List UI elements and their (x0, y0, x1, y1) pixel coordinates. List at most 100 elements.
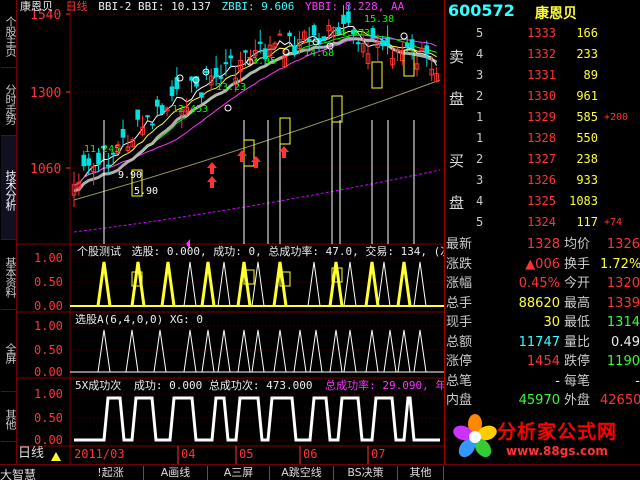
zbbi-label: ZBBI: 9.606 (221, 0, 295, 13)
bottom-tab-1[interactable]: !起涨 (78, 466, 144, 480)
signal-box (279, 117, 291, 145)
order-volume: 550 (576, 131, 598, 145)
order-level: 5 (476, 26, 484, 40)
order-volume: 585 (576, 110, 598, 124)
candle-body (228, 55, 234, 59)
sell-order-row[interactable]: 3 1331 89 (476, 65, 640, 86)
stat-label-2: 换手 (564, 256, 591, 272)
sub1-title-line: 个股测试 选股: 0.000, 成功: 0, 总成功率: 47.0, 交易: 1… (77, 246, 458, 258)
buy-order-row[interactable]: 5 1324 117 +74 (476, 212, 640, 233)
stat-value: 1454 (526, 354, 560, 369)
sub2-spike (251, 329, 265, 373)
candle-body (218, 76, 224, 79)
candle-body (135, 109, 140, 120)
bottom-tab-2[interactable]: A画线 (144, 466, 208, 480)
order-level: 4 (476, 47, 484, 61)
stock-name: 康恩贝 (535, 6, 577, 22)
candle-body (120, 129, 126, 138)
order-volume: 117 (576, 215, 598, 229)
sell-order-row[interactable]: 4 1332 233 (476, 44, 640, 65)
stat-value-2: 1339 (606, 295, 640, 311)
bottom-tab-6[interactable]: 其他 (398, 466, 444, 480)
order-volume: 961 (576, 89, 598, 103)
sub2-spike (365, 329, 379, 373)
stat-label-2: 外盘 (564, 393, 591, 408)
sub2-axis-label: 0.00 (34, 365, 63, 379)
chart-stock-name: 康恩贝 (20, 0, 53, 13)
stat-label-2: 今开 (564, 276, 591, 291)
order-volume: 233 (576, 47, 598, 61)
stat-value-2: 1314 (606, 315, 640, 330)
sub2-spike (293, 329, 307, 373)
sub2-spike (153, 329, 167, 373)
sub2-spike (125, 329, 139, 373)
candle-body (355, 42, 361, 45)
circle-marker (400, 32, 408, 40)
sub1-values: 选股: 0.000, 成功: 0, 总成功率: 47.0, 交易: 134, (… (131, 245, 458, 258)
order-level: 1 (476, 110, 484, 124)
bottom-tab-0[interactable]: 日线 (18, 447, 74, 461)
chart-title-bar: 康恩贝 日线 BBI-2 BBI: 10.137 ZBBI: 9.606 YBB… (20, 0, 404, 14)
price-annotation: 9.90 (118, 170, 142, 181)
sub1-yellow-spike (96, 261, 112, 307)
stat-row: 内盘 45970 外盘 42650 (444, 391, 640, 411)
bbi-label: BBI-2 BBI: 10.137 (98, 0, 211, 13)
stat-label: 涨跌 (446, 256, 473, 272)
stat-label: 最新 (446, 237, 473, 252)
stat-value: 1328 (526, 237, 560, 252)
sub3-title-line: 5X成功次 成功: 0.000 总成功次: 473.000 总成功率: 29.0… (75, 380, 457, 392)
buy-arrow-icon (207, 162, 217, 174)
signal-box (243, 139, 255, 167)
order-level: 4 (476, 194, 484, 208)
sub3-axis-label: 0.00 (34, 433, 63, 447)
price-annotation: 14.68 (304, 48, 334, 59)
stat-row: 现手 30 最低 1314 (444, 313, 640, 333)
stat-label: 内盘 (446, 393, 473, 408)
circle-marker (224, 104, 232, 112)
sub2-spike (397, 329, 411, 373)
order-level: 1 (476, 131, 484, 145)
sub1-white-spike (413, 261, 427, 307)
stat-label: 总手 (446, 295, 473, 311)
watermark-logo: 分析家公式网 www.88gs.com (450, 410, 640, 464)
stat-label: 涨停 (446, 354, 473, 369)
chart-canvas[interactable]: 15401300106015.3814.97313.9513.2312.4531… (0, 0, 444, 464)
sell-order-row[interactable]: 5 1333 166 (476, 23, 640, 44)
buy-order-row[interactable]: 1 1328 550 (476, 128, 640, 149)
buy-arrow-icon (207, 176, 217, 188)
candle-body (424, 45, 430, 55)
stat-value-2: 1190 (606, 354, 640, 369)
date-axis-mark: 04 (181, 447, 195, 461)
candle-body (106, 164, 111, 167)
sub2-spike (97, 329, 111, 373)
stat-value: ▲006 (525, 256, 560, 272)
buy-order-row[interactable]: 4 1325 1083 (476, 191, 640, 212)
bottom-tab-5[interactable]: BS决策 (334, 466, 398, 480)
sub1-axis-label: 0.50 (34, 275, 63, 289)
buy-arrow-icon (237, 150, 247, 162)
stock-code: 600572 (448, 1, 515, 20)
stat-label-2: 每笔 (564, 373, 591, 389)
sub1-white-spike (307, 261, 321, 307)
bottom-tab-4[interactable]: A跳空线 (270, 466, 334, 480)
bottom-tab-3[interactable]: A三屏 (208, 466, 270, 480)
bbi-line (73, 79, 441, 201)
date-axis-mark: 07 (371, 447, 385, 461)
sub2-spike (237, 329, 251, 373)
sell-order-row[interactable]: 1 1329 585 +200 (476, 107, 640, 128)
stat-label-2: 最高 (564, 295, 591, 311)
sub1-axis-label: 1.00 (34, 251, 63, 265)
sub1-yellow-spike (396, 261, 412, 307)
candle-body (204, 70, 209, 74)
sub2-values: 选股A(6,4,0,0) XG: 0 (75, 313, 203, 326)
stat-value: 30 (543, 315, 560, 330)
sub2-axis-label: 0.50 (34, 343, 63, 357)
chart-period[interactable]: 日线 (66, 0, 88, 13)
buy-order-row[interactable]: 2 1327 238 (476, 149, 640, 170)
candle-body (380, 40, 385, 47)
candle-body (257, 41, 263, 44)
buy-order-row[interactable]: 3 1326 933 (476, 170, 640, 191)
sub1-yellow-spike (200, 261, 216, 307)
sell-order-row[interactable]: 2 1330 961 (476, 86, 640, 107)
order-price: 1330 (527, 89, 556, 103)
